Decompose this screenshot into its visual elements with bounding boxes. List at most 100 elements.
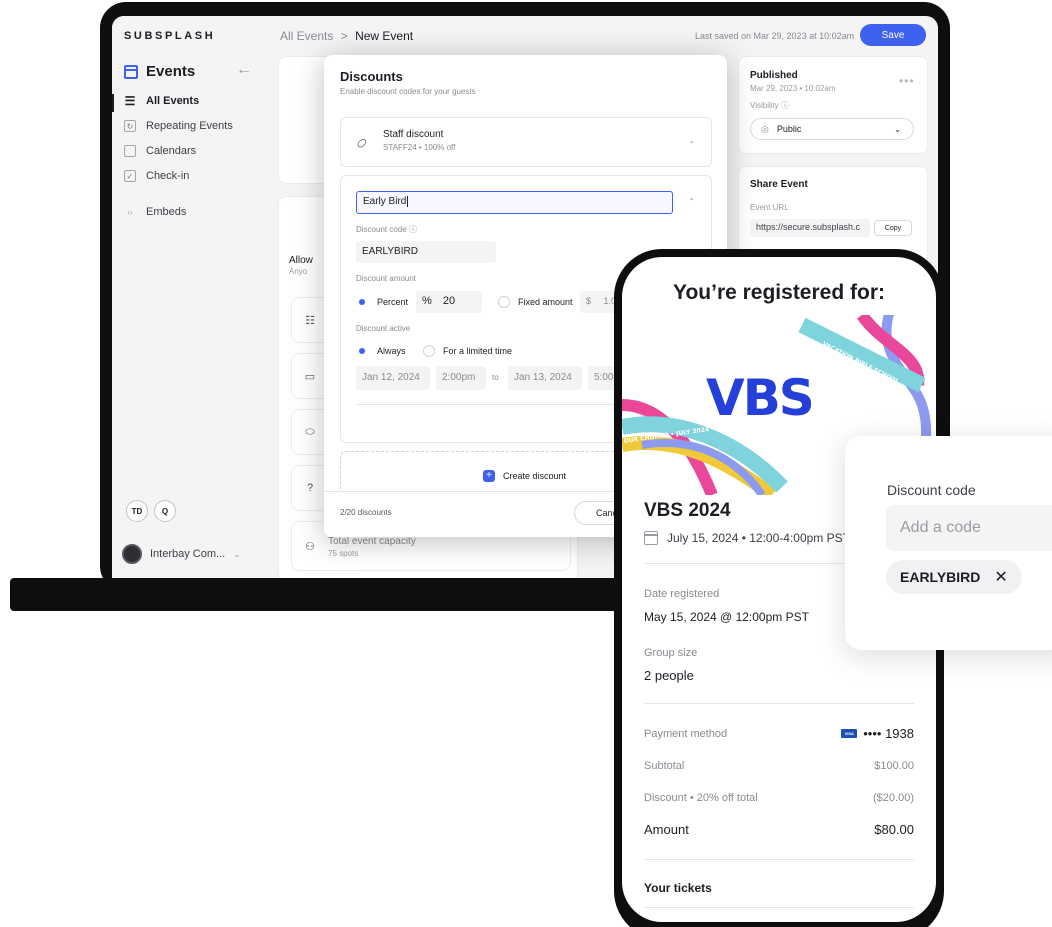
event-date-row: July 15, 2024 • 12:00-4:00pm PST <box>644 531 850 545</box>
payment-method-label: Payment method <box>644 728 728 740</box>
chevron-up-icon[interactable]: ⌃ <box>688 197 695 206</box>
sidebar-item-label: All Events <box>146 95 200 107</box>
breadcrumb: All Events > New Event <box>280 29 413 43</box>
limited-time-radio[interactable] <box>423 345 435 357</box>
date-registered-label: Date registered <box>644 588 720 600</box>
percent-radio[interactable] <box>356 296 368 308</box>
close-icon[interactable]: ✕ <box>994 567 1007 587</box>
user-initials-avatar[interactable]: TD <box>126 500 148 522</box>
fixed-amount-radio[interactable] <box>498 296 510 308</box>
sidebar-item-calendars[interactable]: Calendars <box>124 145 196 157</box>
applied-code-text: EARLYBIRD <box>900 569 981 585</box>
subtotal-label: Subtotal <box>644 760 685 772</box>
divider <box>644 703 914 704</box>
anyone-label: Anyo <box>289 267 308 276</box>
sidebar-item-label: Check-in <box>146 170 190 182</box>
sliders-icon: ☷ <box>305 314 315 327</box>
event-url-label: Event URL <box>750 203 789 212</box>
share-title: Share Event <box>750 179 808 190</box>
discount-name-input[interactable]: Early Bird <box>356 191 673 214</box>
question-icon: ? <box>306 482 314 494</box>
save-button[interactable]: Save <box>860 24 926 46</box>
always-label: Always <box>377 346 406 356</box>
start-date-input[interactable]: Jan 12, 2024 <box>356 366 430 390</box>
percent-label: Percent <box>377 297 409 307</box>
published-date: Mar 29, 2023 • 10:02am <box>750 84 836 93</box>
applied-code-chip: EARLYBIRD ✕ <box>886 560 1022 594</box>
always-radio[interactable] <box>356 345 368 357</box>
calendar-icon <box>644 531 658 545</box>
vbs-logo-text: VBS <box>706 369 813 427</box>
discount-count: 2/20 discounts <box>340 508 392 517</box>
group-size-value: 2 people <box>644 668 694 683</box>
people-icon: ⚇ <box>305 540 315 553</box>
org-switcher[interactable]: Interbay Com... ⌄ <box>122 544 241 564</box>
search-icon[interactable]: Q <box>154 500 176 522</box>
modal-subtitle: Enable discount codes for your guests <box>340 87 476 96</box>
active-nav-indicator <box>112 94 114 112</box>
checkbox-icon: ✓ <box>124 170 136 182</box>
create-discount-label: Create discount <box>503 471 567 481</box>
allow-label: Allow <box>289 255 313 266</box>
events-title: Events <box>146 63 196 80</box>
copy-url-button[interactable]: Copy <box>874 220 912 236</box>
sidebar-item-check-in[interactable]: ✓ Check-in <box>124 170 189 182</box>
discount-code-input[interactable]: Add a code <box>886 505 1052 551</box>
amount-value: $80.00 <box>874 822 914 837</box>
plus-icon: + <box>483 470 495 482</box>
discount-meta: STAFF24 • 100% off <box>383 143 456 152</box>
discount-code-input[interactable]: EARLYBIRD <box>356 241 496 263</box>
registration-heading: You’re registered for: <box>673 281 885 304</box>
sidebar-section-title: Events <box>124 63 195 80</box>
composite-stage: SUBSPLASH Events ← ☰ All Events ↻ Repeat… <box>0 0 1052 927</box>
to-label: to <box>492 373 499 382</box>
discount-code-label: Discount code ⓘ <box>356 225 417 234</box>
ticket-icon: ▭ <box>304 370 316 383</box>
percent-value: 20 <box>442 295 456 307</box>
breadcrumb-separator: > <box>340 29 348 43</box>
percent-symbol: % <box>422 295 432 307</box>
more-options-icon[interactable]: ••• <box>899 74 915 88</box>
payment-method-value: VISA •••• 1938 <box>841 726 914 741</box>
end-date-input[interactable]: Jan 13, 2024 <box>508 366 582 390</box>
event-url-field[interactable]: https://secure.subsplash.c <box>750 219 870 237</box>
capacity-value: 75 spots <box>328 549 359 558</box>
collapse-sidebar-icon[interactable]: ← <box>236 61 252 79</box>
published-title: Published <box>750 70 798 81</box>
sidebar-item-label: Repeating Events <box>146 120 233 132</box>
sidebar-item-embeds[interactable]: ‹› Embeds <box>124 206 186 218</box>
visa-card-icon: VISA <box>841 729 858 738</box>
chevron-down-icon[interactable]: ⌄ <box>688 136 695 145</box>
sidebar-item-all-events[interactable]: ☰ All Events <box>124 94 200 108</box>
group-size-label: Group size <box>644 647 698 659</box>
info-icon: ⓘ <box>780 101 789 110</box>
your-tickets-heading: Your tickets <box>644 881 712 895</box>
calendar-icon <box>124 145 136 157</box>
modal-title: Discounts <box>340 69 403 84</box>
tag-icon: ⬭ <box>353 134 371 152</box>
list-icon: ☰ <box>124 94 136 108</box>
discount-code-label: Discount code <box>887 482 976 498</box>
sidebar-item-label: Calendars <box>146 145 197 157</box>
start-time-input[interactable]: 2:00pm <box>436 366 486 390</box>
globe-icon: ◎ <box>761 123 769 134</box>
last-saved-text: Last saved on Mar 29, 2023 at 10:02am <box>695 31 855 41</box>
divider <box>644 859 914 860</box>
card-last4: •••• 1938 <box>863 726 914 741</box>
percent-input[interactable]: % 20 <box>416 291 482 313</box>
subsplash-logo: SUBSPLASH <box>124 30 216 42</box>
info-icon: ⓘ <box>408 225 417 234</box>
date-registered-value: May 15, 2024 @ 12:00pm PST <box>644 610 809 624</box>
fixed-amount-label: Fixed amount <box>518 297 573 307</box>
code-icon: ‹› <box>127 207 133 217</box>
visibility-value: Public <box>776 124 802 134</box>
amount-label: Amount <box>644 822 689 837</box>
chevron-down-icon: ⌄ <box>894 124 901 134</box>
sidebar-item-repeating-events[interactable]: ↻ Repeating Events <box>124 120 233 132</box>
discount-item-staff[interactable]: ⬭ Staff discount STAFF24 • 100% off ⌄ <box>340 117 712 167</box>
repeat-icon: ↻ <box>124 120 136 132</box>
tag-icon: ⬭ <box>305 425 315 438</box>
breadcrumb-root[interactable]: All Events <box>280 29 333 43</box>
visibility-select[interactable]: ◎ Public ⌄ <box>750 118 914 140</box>
dollar-symbol: $ <box>586 296 592 306</box>
